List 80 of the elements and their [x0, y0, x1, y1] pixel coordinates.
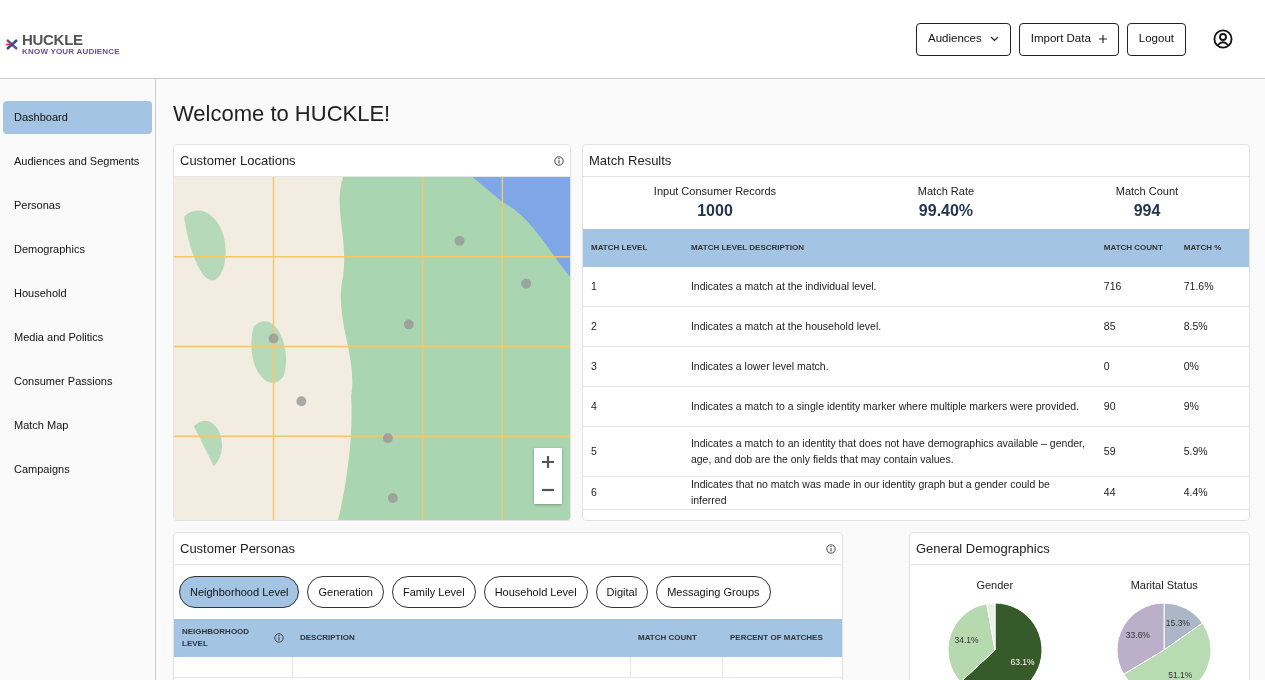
table-cell: Indicates a match at the household level.	[682, 307, 1096, 347]
sidebar-item[interactable]: Dashboard	[3, 101, 152, 135]
column-header: NEIGHBORHOOD LEVEL	[182, 626, 251, 651]
card-title: Customer Personas	[180, 539, 295, 558]
sidebar-item[interactable]: Personas	[3, 189, 152, 223]
info-icon[interactable]	[826, 543, 836, 554]
table-cell: 0	[1095, 347, 1176, 387]
column-header: MATCH LEVEL DESCRIPTION	[682, 229, 1096, 267]
chevron-down-icon	[989, 36, 999, 43]
data-label: 51.1%	[1168, 669, 1193, 680]
info-icon[interactable]	[554, 155, 564, 166]
chart-title: Gender	[975, 578, 1015, 594]
persona-tab[interactable]: Family Level	[391, 576, 476, 609]
table-cell: Indicates a match at the individual level.	[682, 267, 1096, 307]
plus-icon	[541, 455, 555, 470]
table-cell: 9%	[1175, 387, 1249, 427]
user-account-icon[interactable]	[1213, 29, 1233, 50]
page-title: Welcome to HUCKLE!	[173, 100, 392, 129]
audiences-dropdown-button[interactable]: Audiences	[916, 22, 1011, 56]
table-cell: Indicates a match to an identity that does not have demographics available – gender, age, and dob are the only fields that may contain values.	[682, 427, 1096, 477]
data-label: 15.3%	[1166, 618, 1191, 629]
persona-tab[interactable]: Digital	[595, 576, 649, 609]
card-title: Customer Locations	[180, 151, 296, 170]
table-cell: 71.6%	[1175, 267, 1249, 307]
table-cell: 4.4%	[1175, 477, 1249, 510]
column-header: MATCH COUNT	[638, 633, 697, 643]
logo-text: HUCKLE	[22, 32, 84, 48]
info-icon[interactable]	[274, 633, 284, 644]
table-cell: Indicates a lower level match.	[682, 347, 1096, 387]
table-cell: 4	[583, 387, 683, 427]
data-label: 33.6%	[1126, 629, 1151, 640]
table-cell: Indicates a match to a single identity marker where multiple markers were provided.	[682, 387, 1096, 427]
card-title: Match Results	[589, 151, 672, 170]
sidebar-item[interactable]: Demographics	[3, 233, 152, 267]
column-header: MATCH LEVEL	[583, 229, 683, 267]
stat-value: 994	[1132, 201, 1162, 222]
table-cell: 6	[583, 477, 683, 510]
chart-title: Marital Status	[1129, 578, 1199, 594]
persona-tab[interactable]: Messaging Groups	[656, 576, 771, 609]
table-cell: 8.5%	[1175, 307, 1249, 347]
table-cell: 5	[583, 427, 683, 477]
plus-icon	[1098, 35, 1107, 44]
persona-tab[interactable]: Household Level	[483, 576, 588, 609]
table-cell: 3	[583, 347, 683, 387]
table-cell: Indicates that no match was made in our identity graph but a gender could be inferred	[682, 477, 1096, 510]
column-header: MATCH %	[1175, 229, 1249, 267]
zoom-in-button[interactable]	[534, 448, 562, 477]
table-cell: 44	[1095, 477, 1176, 510]
column-header: DESCRIPTION	[300, 633, 355, 643]
table-cell: 90	[1095, 387, 1176, 427]
column-header: MATCH COUNT	[1095, 229, 1176, 267]
stat-value: 99.40%	[917, 201, 975, 222]
stat-value: 1000	[696, 201, 734, 222]
data-label: 34.1%	[954, 635, 979, 646]
logout-button[interactable]: Logout	[1126, 22, 1186, 56]
table-cell: 5.9%	[1175, 427, 1249, 477]
stat-label: Match Count	[1114, 183, 1180, 199]
sidebar-item[interactable]: Consumer Passions	[3, 365, 152, 399]
persona-tab[interactable]: Generation	[307, 576, 384, 609]
sidebar-item[interactable]: Household	[3, 277, 152, 311]
logo-tagline: KNOW YOUR AUDIENCE	[22, 48, 120, 57]
table-cell: 0%	[1175, 347, 1249, 387]
column-header: PERCENT OF MATCHES	[730, 633, 823, 643]
card-title: General Demographics	[916, 539, 1050, 558]
stat-label: Match Rate	[916, 183, 976, 199]
table-cell: 2	[583, 307, 683, 347]
table-cell: 716	[1095, 267, 1176, 307]
sidebar-item[interactable]: Media and Politics	[3, 321, 152, 355]
sidebar-item[interactable]: Match Map	[3, 409, 152, 443]
zoom-out-button[interactable]	[534, 476, 562, 505]
persona-tab[interactable]: Neighborhood Level	[179, 576, 300, 609]
data-label: 63.1%	[1010, 656, 1035, 667]
sidebar-item[interactable]: Audiences and Segments	[3, 145, 152, 179]
table-cell: 59	[1095, 427, 1176, 477]
import-data-button[interactable]: Import Data	[1018, 22, 1119, 56]
stat-label: Input Consumer Records	[652, 183, 778, 199]
logo-icon	[6, 38, 18, 50]
sidebar-item[interactable]: Campaigns	[3, 453, 152, 487]
table-cell: 1	[583, 267, 683, 307]
table-cell: 85	[1095, 307, 1176, 347]
